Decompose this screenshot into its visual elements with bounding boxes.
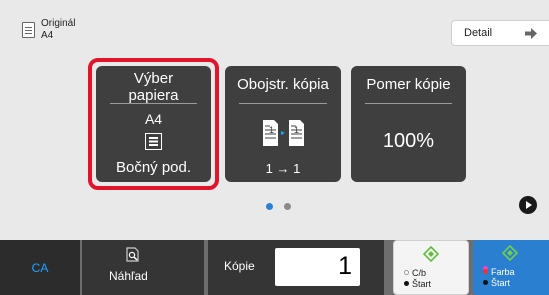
duplex-tile-title: Obojstr. kópia bbox=[237, 76, 329, 93]
copy-ratio-tile[interactable]: Pomer kópie 100% bbox=[351, 66, 466, 182]
copies-control: Kópie 1 bbox=[208, 240, 384, 295]
page-dot-active[interactable] bbox=[266, 203, 273, 210]
bw-start-line1: C/b bbox=[404, 268, 427, 278]
bottom-bar: CA Náhľad Kópie 1 C/b Štart Farba Štart bbox=[0, 240, 549, 295]
next-page-icon[interactable] bbox=[519, 196, 537, 214]
document-icon bbox=[22, 22, 35, 38]
copies-input[interactable]: 1 bbox=[275, 248, 360, 286]
ratio-tile-title: Pomer kópie bbox=[366, 76, 451, 93]
duplex-pages-icon: 1 1 bbox=[263, 120, 304, 146]
preview-label: Náhľad bbox=[109, 269, 148, 283]
svg-text:1: 1 bbox=[294, 125, 299, 135]
color-start-button[interactable]: Farba Štart bbox=[473, 240, 549, 295]
color-label: Farba bbox=[491, 267, 515, 277]
bw-start-button[interactable]: C/b Štart bbox=[393, 240, 469, 295]
color-start-line1: Farba bbox=[483, 267, 515, 277]
page-dot[interactable] bbox=[284, 203, 291, 210]
main-panel: Originál A4 Detail Výber papiera A4 Bočn… bbox=[0, 0, 549, 240]
duplex-copy-tile[interactable]: Obojstr. kópia 1 1 1 → 1 bbox=[225, 66, 341, 182]
original-info[interactable]: Originál A4 bbox=[22, 18, 75, 42]
clear-all-button[interactable]: CA bbox=[0, 240, 80, 295]
start-diamond-icon bbox=[502, 245, 518, 261]
selection-highlight bbox=[88, 58, 219, 190]
divider bbox=[365, 103, 452, 104]
color-start-label: Štart bbox=[491, 278, 511, 288]
divider bbox=[239, 103, 327, 104]
original-size: A4 bbox=[41, 30, 54, 41]
bw-start-label: Štart bbox=[412, 279, 432, 289]
svg-text:1: 1 bbox=[269, 125, 274, 135]
detail-button[interactable]: Detail bbox=[451, 20, 549, 46]
original-label: Originál bbox=[41, 18, 76, 29]
bw-label: C/b bbox=[412, 268, 427, 278]
preview-icon bbox=[126, 247, 139, 262]
start-diamond-icon bbox=[423, 246, 439, 262]
arrow-right-icon bbox=[525, 28, 537, 39]
bw-start-line2: Štart bbox=[404, 279, 432, 289]
preview-button[interactable]: Náhľad bbox=[82, 240, 204, 295]
copies-value: 1 bbox=[338, 252, 352, 280]
copies-label: Kópie bbox=[224, 259, 255, 273]
page-indicator bbox=[266, 203, 291, 210]
ratio-value: 100% bbox=[382, 130, 435, 152]
detail-label: Detail bbox=[464, 27, 493, 39]
duplex-mode: 1 → 1 bbox=[265, 161, 301, 176]
color-start-line2: Štart bbox=[483, 278, 511, 288]
